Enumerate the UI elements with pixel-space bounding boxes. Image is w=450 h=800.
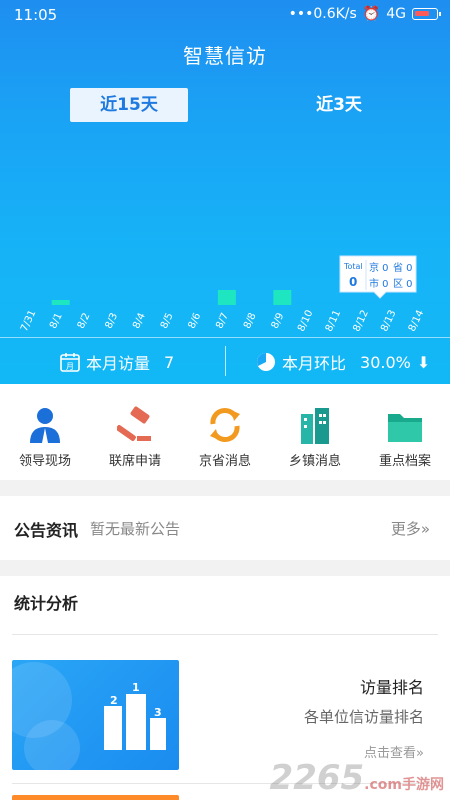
- tooltip-sheng: 省 0: [393, 261, 413, 274]
- month-visits-value: 7: [164, 352, 175, 372]
- ratio-label: 本月环比: [282, 354, 347, 373]
- shortcut-jingsheng-label: 京省消息: [198, 454, 251, 469]
- arrow-down-icon: ⬇: [416, 352, 431, 372]
- next-card-peek: [12, 795, 179, 800]
- rank-desc: 各单位信访量排名: [303, 708, 424, 726]
- x-tick-label: 8/6: [187, 311, 204, 330]
- refresh-icon: [210, 408, 240, 442]
- shortcut-leader[interactable]: 领导现场: [0, 406, 90, 469]
- x-tick-label: 7/31: [19, 308, 38, 333]
- x-tick-label: 8/7: [214, 311, 231, 330]
- svg-text:月: 月: [66, 362, 74, 371]
- notice-more-link[interactable]: 更多»: [391, 518, 430, 539]
- svg-text:1: 1: [132, 681, 140, 694]
- chart-bar-8/1[interactable]: [51, 300, 70, 305]
- shortcut-row: 领导现场 联席申请 京省消息 乡镇消息 重点档案: [0, 384, 450, 480]
- tooltip-total-label: Total: [343, 262, 363, 271]
- chart-x-ticks: 7/31 8/1 8/2 8/3 8/4 8/5 8/6 8/7 8/8 8/9 8/10 8/11 8…: [19, 308, 426, 333]
- ratio-value: 30.0%: [360, 352, 411, 372]
- summary-bar: 月 本月访量 7 本月环比 30.0% ⬇: [0, 337, 450, 384]
- shortcut-township[interactable]: 乡镇消息: [270, 406, 360, 469]
- tooltip-jing: 京 0: [369, 261, 389, 274]
- x-tick-label: 8/11: [324, 308, 343, 333]
- visits-chart: 7/31 8/1 8/2 8/3 8/4 8/5 8/6 8/7 8/8 8/9 8/10 8/11 8…: [19, 255, 426, 333]
- tooltip-shi: 市 0: [369, 277, 389, 290]
- svg-text:2: 2: [110, 694, 118, 707]
- alarm-icon: ⏰: [362, 6, 381, 22]
- pie-icon: [257, 353, 275, 371]
- tooltip-qu: 区 0: [393, 278, 413, 290]
- x-tick-label: 8/8: [242, 311, 259, 330]
- status-bar: 11:05 •••0.6K/s ⏰ 4G: [0, 0, 450, 30]
- app-title: 智慧信访: [183, 44, 267, 68]
- x-tick-label: 8/10: [296, 308, 315, 333]
- calendar-icon: 月: [60, 353, 80, 372]
- notice-section: 公告资讯 暂无最新公告 更多»: [0, 496, 450, 560]
- shortcut-leader-label: 领导现场: [18, 454, 71, 469]
- x-tick-label: 8/12: [351, 308, 370, 333]
- building-icon: [301, 408, 329, 444]
- notice-desc: 暂无最新公告: [90, 520, 181, 538]
- x-tick-label: 8/4: [131, 311, 148, 330]
- x-tick-label: 8/14: [407, 308, 426, 333]
- stats-title: 统计分析: [14, 594, 79, 613]
- month-ratio: 本月环比 30.0% ⬇: [256, 350, 430, 374]
- folder-icon: [388, 414, 422, 442]
- x-tick-label: 8/1: [48, 311, 65, 330]
- tooltip-total-value: 0: [349, 275, 357, 289]
- rank-title[interactable]: 访量排名: [360, 674, 424, 698]
- summary-divider: [225, 346, 226, 376]
- svg-text:3: 3: [154, 706, 162, 719]
- notice-title: 公告资讯: [14, 521, 79, 540]
- month-visits-label: 本月访量: [86, 354, 151, 373]
- tab-3-days[interactable]: 近3天: [280, 88, 398, 122]
- watermark: 2265.com手游网: [270, 758, 444, 798]
- chart-bars: [51, 290, 292, 305]
- chart-bar-8/9[interactable]: [273, 290, 292, 305]
- chart-tooltip: Total 0 京 0 省 0 市 0 区 0: [339, 255, 417, 299]
- tab-15-days[interactable]: 近15天: [70, 88, 188, 122]
- shortcut-joint-label: 联席申请: [108, 454, 161, 469]
- battery-icon: [412, 8, 441, 20]
- shortcut-archive-label: 重点档案: [378, 454, 431, 469]
- rank-banner[interactable]: 2 1 3: [12, 660, 179, 770]
- shortcut-archive[interactable]: 重点档案: [360, 406, 450, 469]
- shortcut-joint[interactable]: 联席申请: [90, 406, 180, 469]
- status-right: •••0.6K/s ⏰ 4G: [288, 6, 441, 22]
- x-tick-label: 8/9: [270, 311, 287, 330]
- x-tick-label: 8/13: [379, 308, 398, 333]
- x-tick-label: 8/2: [76, 311, 93, 330]
- signal-label: 4G: [386, 6, 406, 22]
- status-time: 11:05: [14, 6, 58, 24]
- x-tick-label: 8/5: [159, 311, 176, 330]
- podium-icon: 2 1 3: [12, 662, 166, 770]
- month-visits: 月 本月访量 7: [60, 350, 174, 374]
- stats-divider: [12, 634, 438, 635]
- chart-bar-8/7[interactable]: [217, 290, 236, 305]
- watermark-text: 2265: [269, 758, 365, 798]
- network-speed: •••0.6K/s: [288, 6, 357, 22]
- x-tick-label: 8/3: [103, 311, 120, 330]
- shortcut-jingsheng[interactable]: 京省消息: [180, 406, 270, 469]
- leader-icon: [30, 408, 60, 443]
- watermark-sub: .com手游网: [364, 777, 444, 793]
- gavel-icon: [117, 406, 151, 441]
- shortcut-township-label: 乡镇消息: [288, 454, 341, 469]
